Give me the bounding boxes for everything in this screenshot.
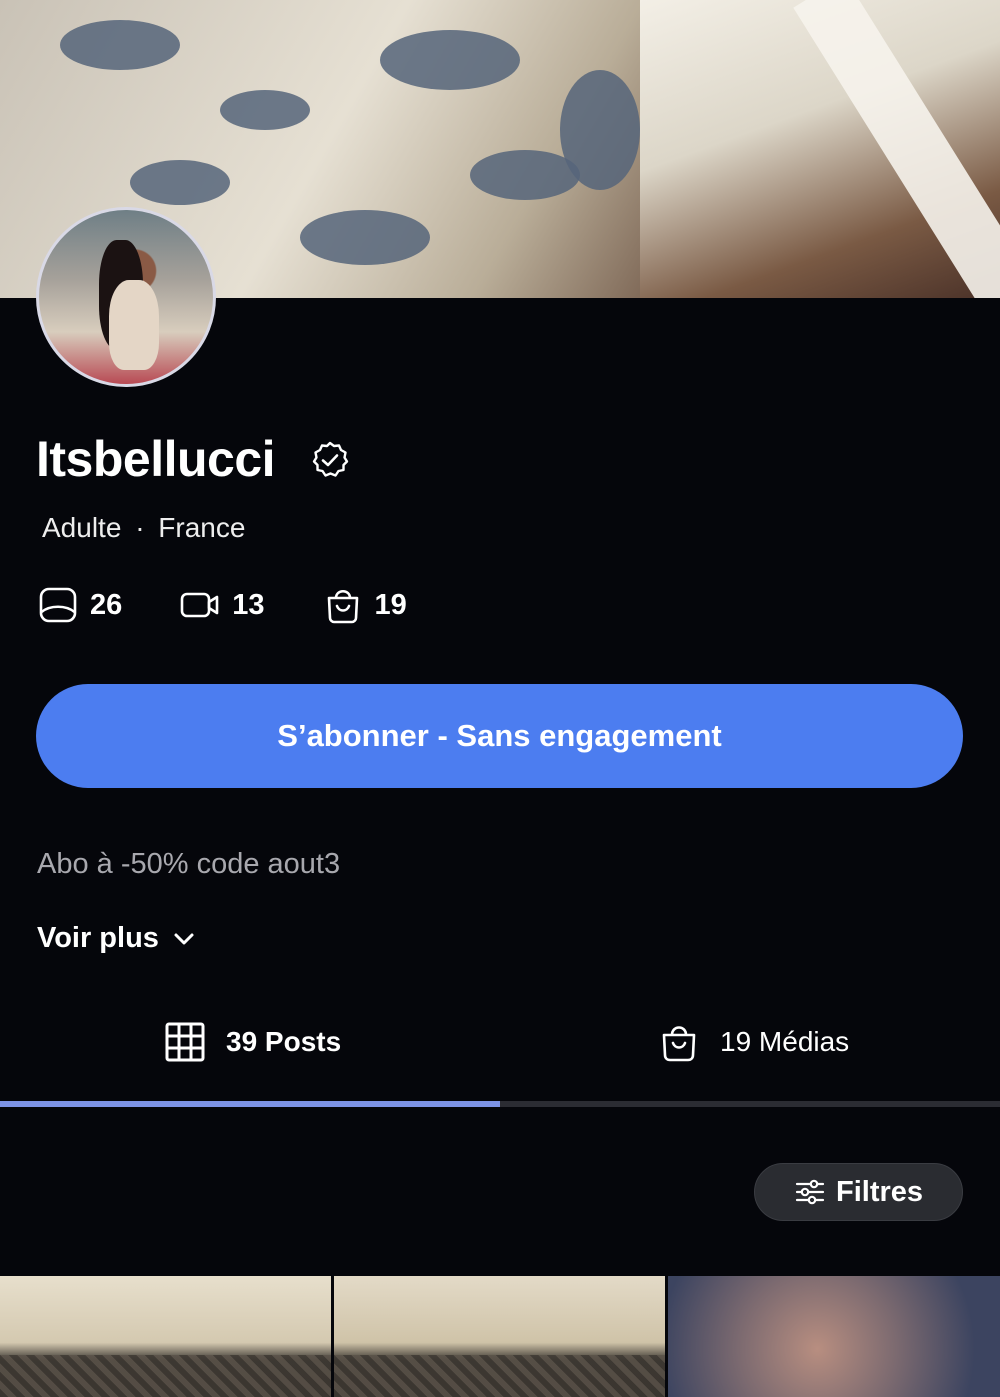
cover-pattern [300, 210, 430, 265]
profile-country: France [158, 512, 246, 543]
post-thumbnail[interactable] [334, 1276, 665, 1397]
post-grid [0, 1276, 1000, 1397]
cover-pattern [220, 90, 310, 130]
stat-medias: 19 [323, 585, 407, 625]
profile-category: Adulte [42, 512, 122, 543]
tab-indicator-track [0, 1101, 1000, 1107]
profile-username: Itsbellucci [36, 431, 276, 487]
separator-dot: · [135, 512, 145, 543]
video-icon [180, 592, 219, 618]
see-more-label: Voir plus [37, 922, 159, 954]
cover-pattern [380, 30, 520, 90]
stat-videos-count: 13 [232, 588, 265, 621]
stat-medias-count: 19 [374, 588, 407, 621]
filters-label: Filtres [835, 1175, 924, 1208]
sliders-icon [795, 1179, 825, 1205]
shopping-bag-icon [662, 1026, 696, 1062]
cover-pattern [130, 160, 230, 205]
stat-videos: 13 [180, 585, 265, 625]
post-thumbnail[interactable] [0, 1276, 331, 1397]
thumbnail-wallpaper [0, 1355, 331, 1397]
stat-photos-count: 26 [90, 588, 123, 621]
stat-photos: 26 [38, 585, 122, 625]
cover-pattern [560, 70, 640, 190]
content-tabs: 39 Posts 19 Médias [0, 1010, 1000, 1074]
chevron-down-icon [174, 933, 194, 944]
profile-stats: 26 13 19 [38, 585, 465, 625]
filters-button[interactable]: Filtres [754, 1163, 963, 1221]
shopping-bag-icon [327, 589, 358, 624]
promo-text: Abo à -50% code aout3 [37, 848, 341, 880]
tab-medias-label: 19 Médias [720, 1026, 850, 1057]
tab-posts-label: 39 Posts [226, 1026, 342, 1057]
profile-subline: Adulte · France [42, 512, 245, 544]
thumbnail-wallpaper [334, 1355, 665, 1397]
see-more-link[interactable]: Voir plus [37, 922, 197, 955]
grid-icon [165, 1022, 205, 1062]
tab-posts[interactable]: 39 Posts [164, 1010, 341, 1074]
image-icon [39, 587, 77, 623]
post-thumbnail-blurred[interactable] [668, 1276, 1000, 1397]
cover-pattern [60, 20, 180, 70]
verified-badge-icon [312, 441, 349, 477]
tab-indicator-active [0, 1101, 500, 1107]
tab-medias[interactable]: 19 Médias [658, 1010, 849, 1074]
subscribe-button[interactable]: S’abonner - Sans engagement [36, 684, 963, 788]
avatar-figure [109, 280, 159, 370]
avatar[interactable] [36, 207, 216, 387]
